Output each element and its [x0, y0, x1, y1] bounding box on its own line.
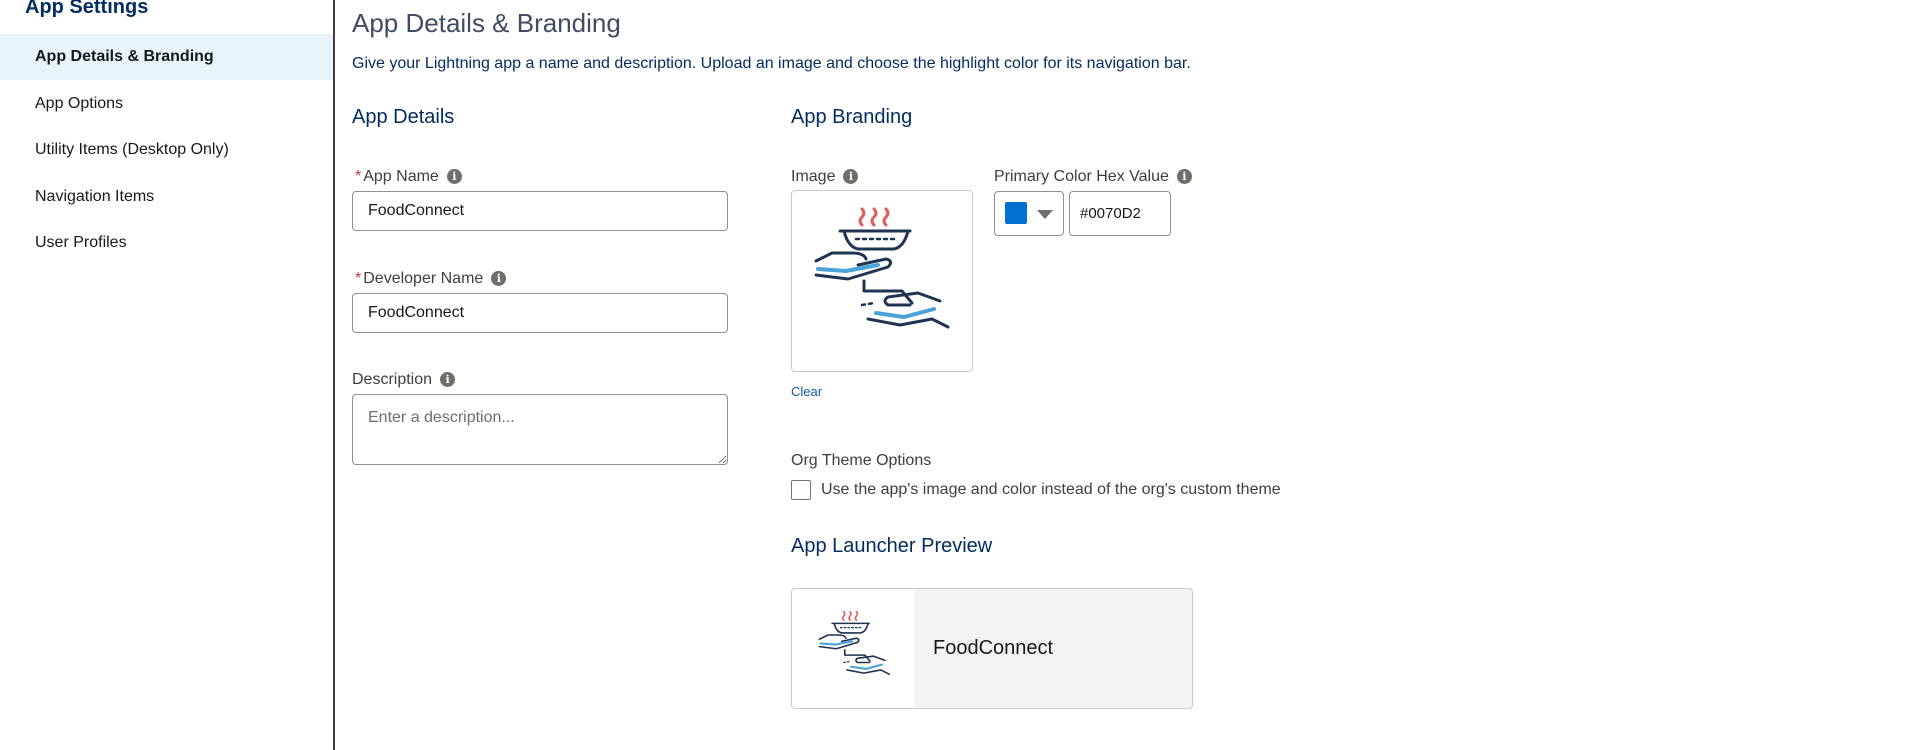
app-details-heading: App Details: [352, 106, 455, 128]
image-label-text: Image: [791, 168, 836, 185]
org-theme-checkbox[interactable]: [791, 480, 811, 500]
required-marker: *: [355, 168, 362, 185]
sidebar-title: App Settings: [25, 0, 149, 18]
primary-color-label-text: Primary Color Hex Value: [994, 168, 1169, 185]
color-swatch: [1005, 202, 1027, 224]
primary-color-label: Primary Color Hex Value i: [994, 168, 1192, 186]
image-label: Image i: [791, 168, 859, 186]
preview-image: [792, 589, 914, 708]
color-picker-button[interactable]: [994, 191, 1064, 236]
sidebar-item-user-profiles[interactable]: User Profiles: [0, 220, 333, 266]
main-content: App Details & Branding Give your Lightni…: [335, 0, 1913, 750]
caret-down-icon: [1037, 210, 1053, 219]
sidebar-item-app-details-branding[interactable]: App Details & Branding: [0, 34, 333, 80]
info-icon[interactable]: i: [446, 169, 462, 185]
info-icon[interactable]: i: [491, 271, 507, 287]
description-textarea[interactable]: [352, 394, 728, 465]
app-launcher-preview-card: FoodConnect: [791, 588, 1193, 709]
info-icon[interactable]: i: [440, 372, 456, 388]
app-image-upload[interactable]: [791, 190, 973, 372]
page-description: Give your Lightning app a name and descr…: [352, 55, 1191, 72]
info-icon[interactable]: i: [843, 169, 859, 185]
sidebar-item-navigation-items[interactable]: Navigation Items: [0, 174, 333, 220]
settings-sidebar: App Settings App Details & Branding App …: [0, 0, 335, 750]
org-theme-title: Org Theme Options: [791, 452, 932, 469]
developer-name-input[interactable]: FoodConnect: [352, 293, 728, 333]
preview-app-label: FoodConnect: [933, 637, 1054, 659]
description-label: Description i: [352, 371, 456, 389]
primary-color-hex-input[interactable]: #0070D2: [1069, 191, 1171, 236]
food-serving-hands-icon: [818, 610, 891, 675]
app-name-label-text: App Name: [363, 168, 439, 185]
developer-name-label-text: Developer Name: [363, 270, 484, 287]
page-title: App Details & Branding: [352, 8, 621, 38]
description-label-text: Description: [352, 371, 433, 388]
org-theme-checkbox-label[interactable]: Use the app's image and color instead of…: [821, 481, 1281, 499]
food-serving-hands-icon: [814, 207, 950, 329]
info-icon[interactable]: i: [1176, 169, 1192, 185]
required-marker: *: [355, 270, 362, 287]
app-name-input[interactable]: FoodConnect: [352, 191, 728, 231]
clear-image-link[interactable]: Clear: [791, 384, 822, 399]
developer-name-label: * Developer Name i: [355, 270, 507, 288]
sidebar-item-utility-items[interactable]: Utility Items (Desktop Only): [0, 127, 333, 173]
app-name-label: * App Name i: [355, 168, 462, 186]
app-launcher-preview-heading: App Launcher Preview: [791, 535, 993, 557]
app-branding-heading: App Branding: [791, 106, 913, 128]
sidebar-item-app-options[interactable]: App Options: [0, 81, 333, 127]
